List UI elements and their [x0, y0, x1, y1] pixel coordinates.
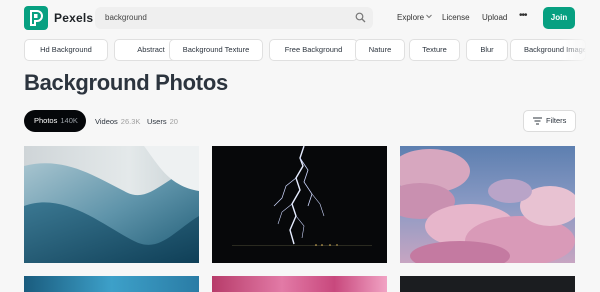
search-icon[interactable]: [355, 12, 366, 23]
tab-videos-label: Videos: [95, 117, 118, 126]
chip-texture[interactable]: Texture: [409, 39, 460, 61]
search-input[interactable]: background: [105, 13, 147, 22]
photo-card[interactable]: [212, 276, 387, 292]
logo-text[interactable]: Pexels: [54, 11, 93, 25]
chip-nature[interactable]: Nature: [355, 39, 405, 61]
pexels-logo-icon[interactable]: [24, 6, 48, 30]
tab-videos-count: 26.3K: [120, 117, 141, 126]
photo-card[interactable]: [24, 276, 199, 292]
chip-free-background[interactable]: Free Background: [269, 39, 358, 61]
filter-icon: [533, 117, 542, 125]
chip-background-texture[interactable]: Background Texture: [169, 39, 263, 61]
tab-users[interactable]: Users 20: [147, 117, 178, 126]
tab-users-label: Users: [147, 117, 167, 126]
search-bar[interactable]: background: [95, 7, 373, 29]
filters-button[interactable]: Filters: [523, 110, 576, 132]
top-navbar: Pexels background Explore License Upload…: [0, 0, 600, 36]
chip-hd-background[interactable]: Hd Background: [24, 39, 108, 61]
tab-photos-label: Photos: [34, 116, 58, 125]
chevron-down-icon[interactable]: [426, 14, 432, 19]
tab-photos-count: 140K: [60, 116, 78, 125]
photo-card[interactable]: [400, 146, 575, 263]
photo-card[interactable]: [400, 276, 575, 292]
filters-label: Filters: [546, 116, 567, 125]
page-title: Background Photos: [24, 70, 228, 95]
tab-photos[interactable]: Photos 140K: [24, 110, 86, 132]
more-menu-icon[interactable]: •••: [519, 10, 527, 21]
nav-license[interactable]: License: [442, 13, 470, 22]
chips-fade: [560, 39, 600, 61]
join-button[interactable]: Join: [543, 7, 575, 29]
tab-users-count: 20: [169, 117, 178, 126]
nav-explore[interactable]: Explore: [397, 13, 424, 22]
photo-card[interactable]: [24, 146, 199, 263]
nav-upload[interactable]: Upload: [482, 13, 507, 22]
chip-blur[interactable]: Blur: [466, 39, 508, 61]
photo-card[interactable]: [212, 146, 387, 263]
tab-videos[interactable]: Videos 26.3K: [95, 117, 140, 126]
